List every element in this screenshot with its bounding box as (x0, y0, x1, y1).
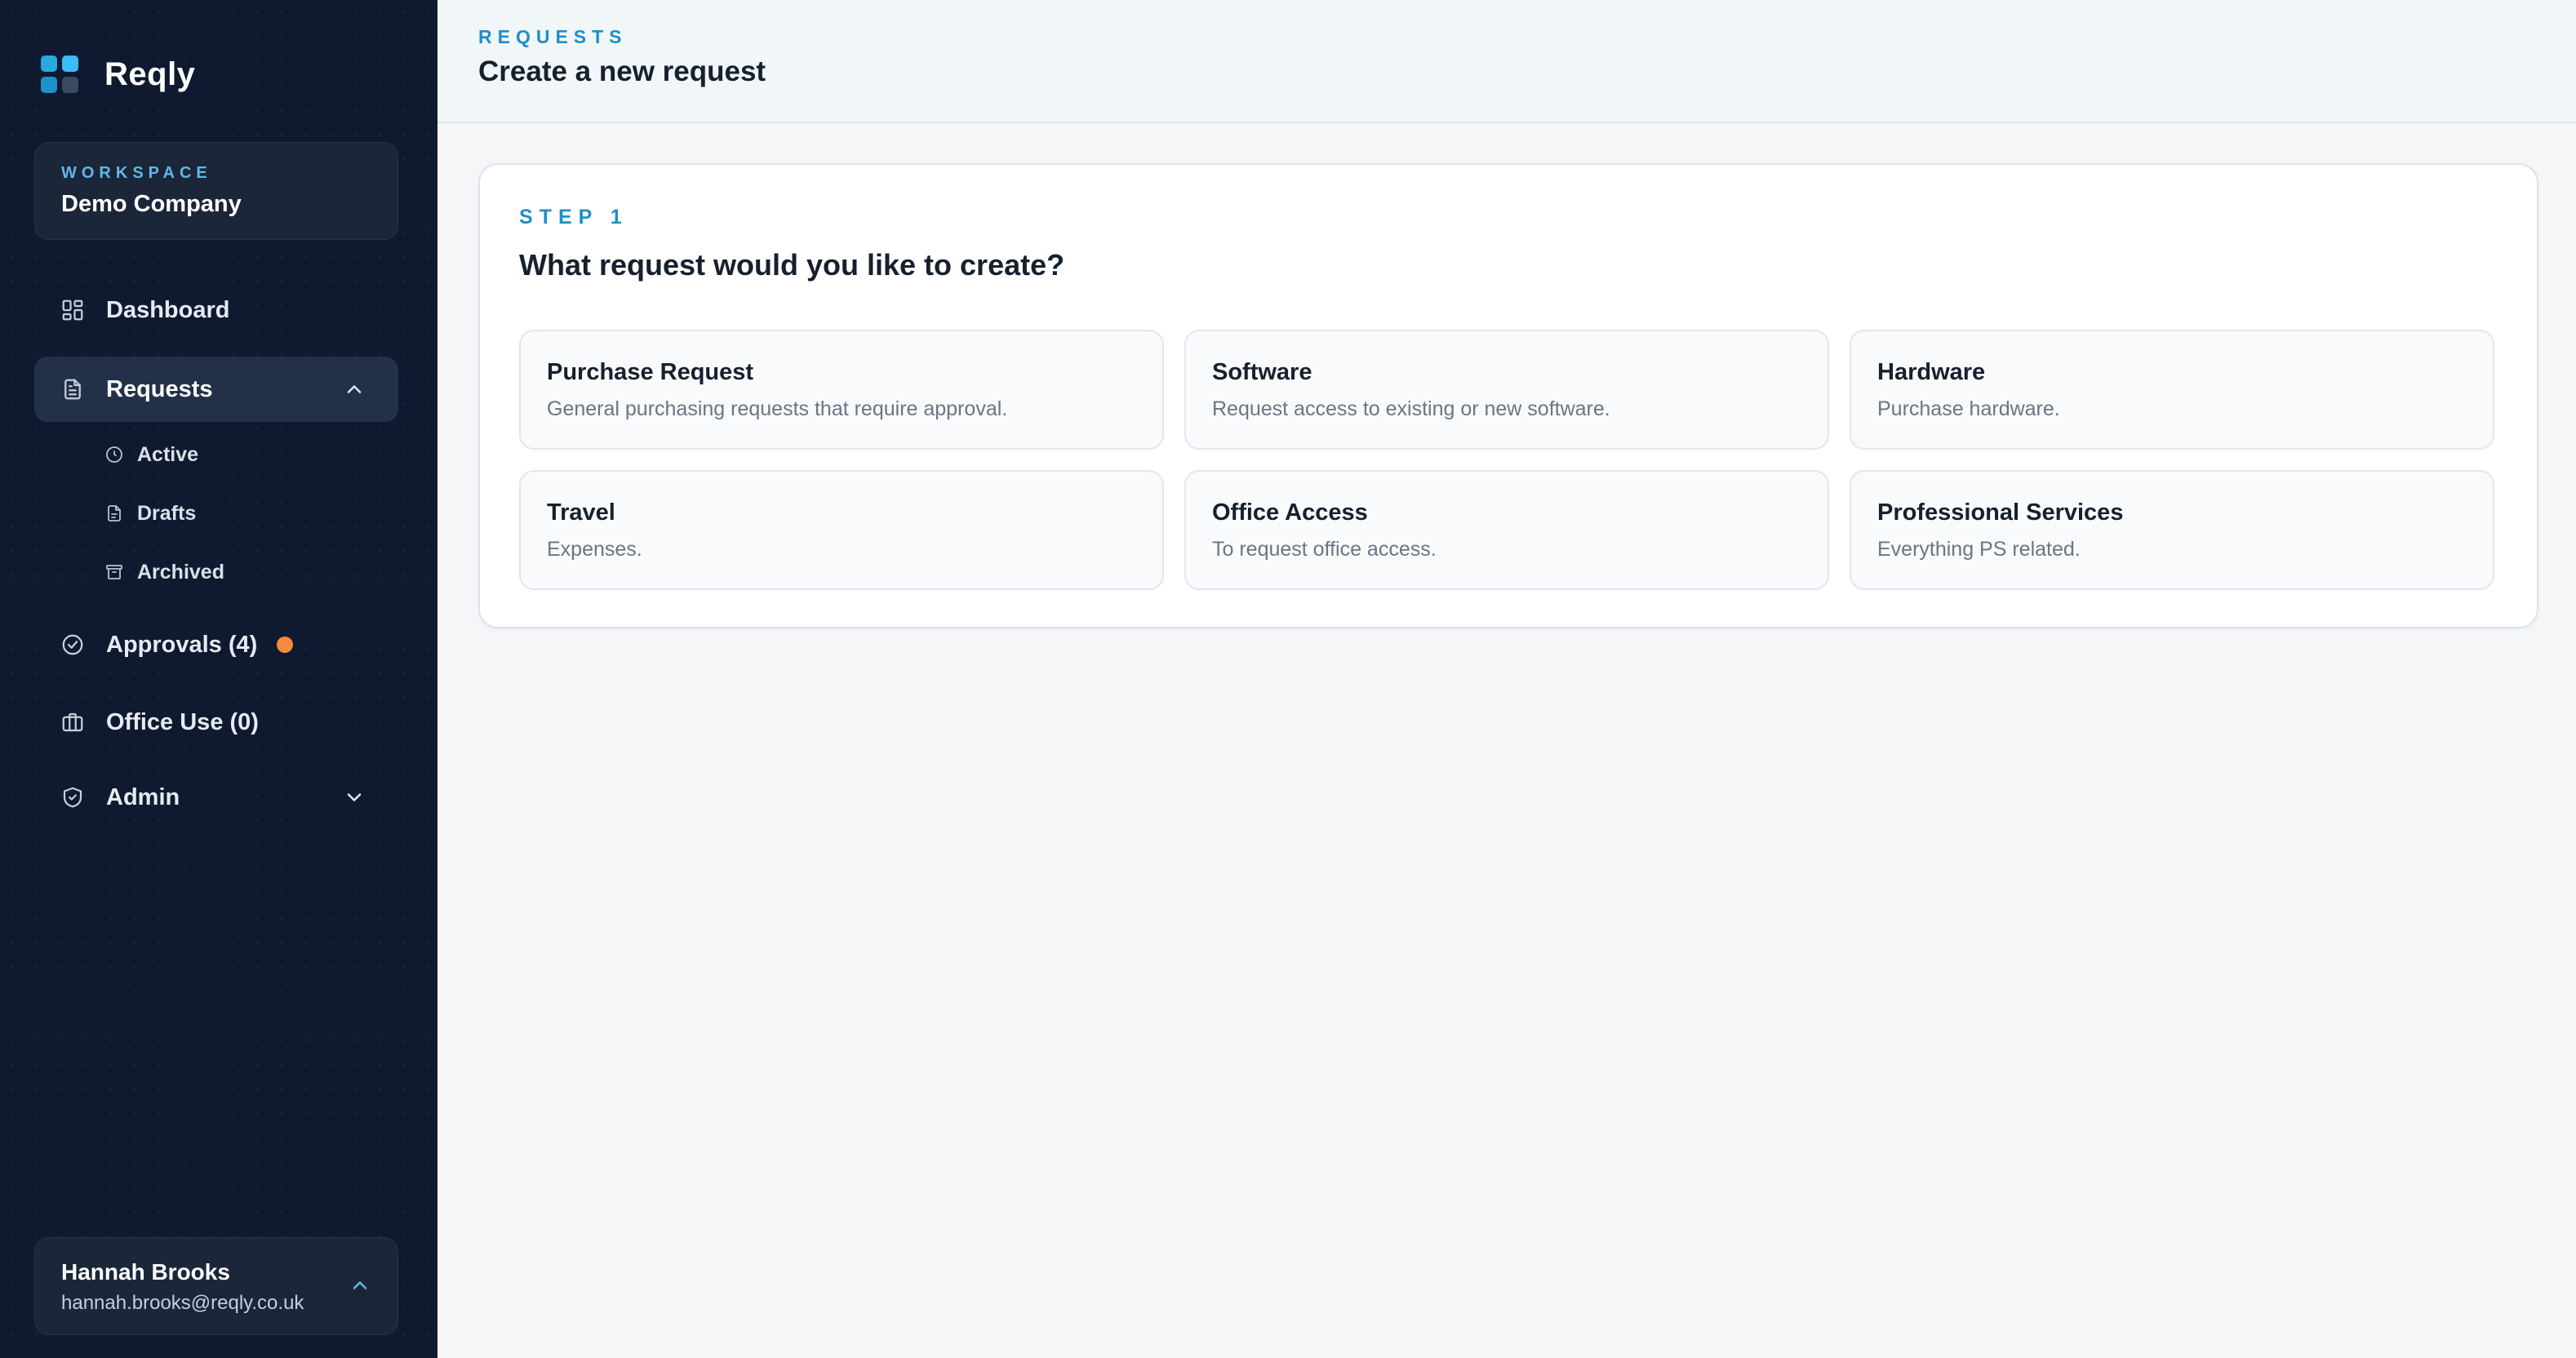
user-menu[interactable]: Hannah Brooks hannah.brooks@reqly.co.uk (34, 1237, 398, 1335)
sidebar-item-office-use[interactable]: Office Use (0) (34, 690, 398, 755)
sidebar-item-label: Approvals (4) (106, 631, 258, 658)
option-description: Purchase hardware. (1877, 397, 2060, 420)
briefcase-icon (60, 710, 85, 734)
app-root: Reqly WORKSPACE Demo Company Dashboard R… (0, 0, 2576, 1358)
chevron-down-icon[interactable] (343, 786, 366, 809)
option-title: Hardware (1877, 359, 1986, 385)
notification-dot (277, 637, 294, 653)
user-name: Hannah Brooks (61, 1259, 230, 1285)
option-purchase-request[interactable]: Purchase Request General purchasing requ… (519, 330, 1164, 450)
sidebar: Reqly WORKSPACE Demo Company Dashboard R… (0, 0, 437, 1358)
option-title: Office Access (1212, 499, 1368, 526)
clock-icon (104, 445, 124, 464)
sidebar-subitem-label: Active (137, 442, 199, 466)
option-title: Purchase Request (547, 359, 754, 385)
option-travel[interactable]: Travel Expenses. (519, 470, 1164, 590)
step-label: STEP 1 (519, 206, 628, 229)
shield-icon (60, 785, 85, 810)
workspace-switcher[interactable]: WORKSPACE Demo Company (34, 142, 398, 240)
sidebar-item-dashboard[interactable]: Dashboard (34, 277, 398, 343)
sidebar-item-label: Dashboard (106, 296, 230, 323)
sidebar-item-label: Admin (106, 783, 180, 810)
sidebar-subitem-label: Archived (137, 560, 224, 584)
request-type-options: Purchase Request General purchasing requ… (519, 330, 2499, 590)
option-office-access[interactable]: Office Access To request office access. (1184, 470, 1829, 590)
option-title: Travel (547, 499, 615, 526)
option-software[interactable]: Software Request access to existing or n… (1184, 330, 1829, 450)
option-description: Everything PS related. (1877, 538, 2081, 561)
workspace-name: Demo Company (61, 191, 242, 217)
page-title: Create a new request (478, 55, 766, 87)
check-circle-icon (60, 632, 85, 657)
sidebar-subitem-archived[interactable]: Archived (104, 556, 224, 588)
sidebar-item-requests[interactable]: Requests (34, 357, 398, 422)
main-content: REQUESTS Create a new request STEP 1 Wha… (437, 0, 2576, 1358)
document-icon (60, 377, 85, 402)
option-title: Professional Services (1877, 499, 2124, 526)
sidebar-item-label: Office Use (0) (106, 708, 259, 735)
option-professional-services[interactable]: Professional Services Everything PS rela… (1850, 470, 2494, 590)
option-description: To request office access. (1212, 538, 1437, 561)
page-header: REQUESTS Create a new request (437, 0, 2576, 123)
brand-name: Reqly (104, 55, 196, 92)
user-email: hannah.brooks@reqly.co.uk (61, 1292, 304, 1314)
option-description: General purchasing requests that require… (547, 397, 1008, 420)
archive-icon (104, 562, 124, 582)
grid-icon (60, 298, 85, 322)
option-hardware[interactable]: Hardware Purchase hardware. (1850, 330, 2494, 450)
step-question: What request would you like to create? (519, 248, 1065, 282)
sidebar-item-admin[interactable]: Admin (34, 765, 398, 830)
option-title: Software (1212, 359, 1312, 385)
reqly-logo-icon (41, 55, 78, 93)
chevron-up-icon[interactable] (343, 378, 366, 401)
sidebar-subitem-drafts[interactable]: Drafts (104, 497, 196, 530)
sidebar-subitem-label: Drafts (137, 501, 197, 525)
draft-icon (104, 504, 124, 523)
chevron-up-icon[interactable] (349, 1274, 371, 1297)
workspace-label: WORKSPACE (61, 164, 212, 182)
sidebar-subitem-active[interactable]: Active (104, 438, 198, 471)
request-type-card: STEP 1 What request would you like to cr… (478, 163, 2538, 628)
sidebar-item-label: Requests (106, 375, 213, 402)
brand[interactable]: Reqly (41, 55, 195, 93)
option-description: Request access to existing or new softwa… (1212, 397, 1610, 420)
sidebar-item-approvals[interactable]: Approvals (4) (34, 612, 398, 677)
option-description: Expenses. (547, 538, 642, 561)
breadcrumb: REQUESTS (478, 26, 628, 47)
